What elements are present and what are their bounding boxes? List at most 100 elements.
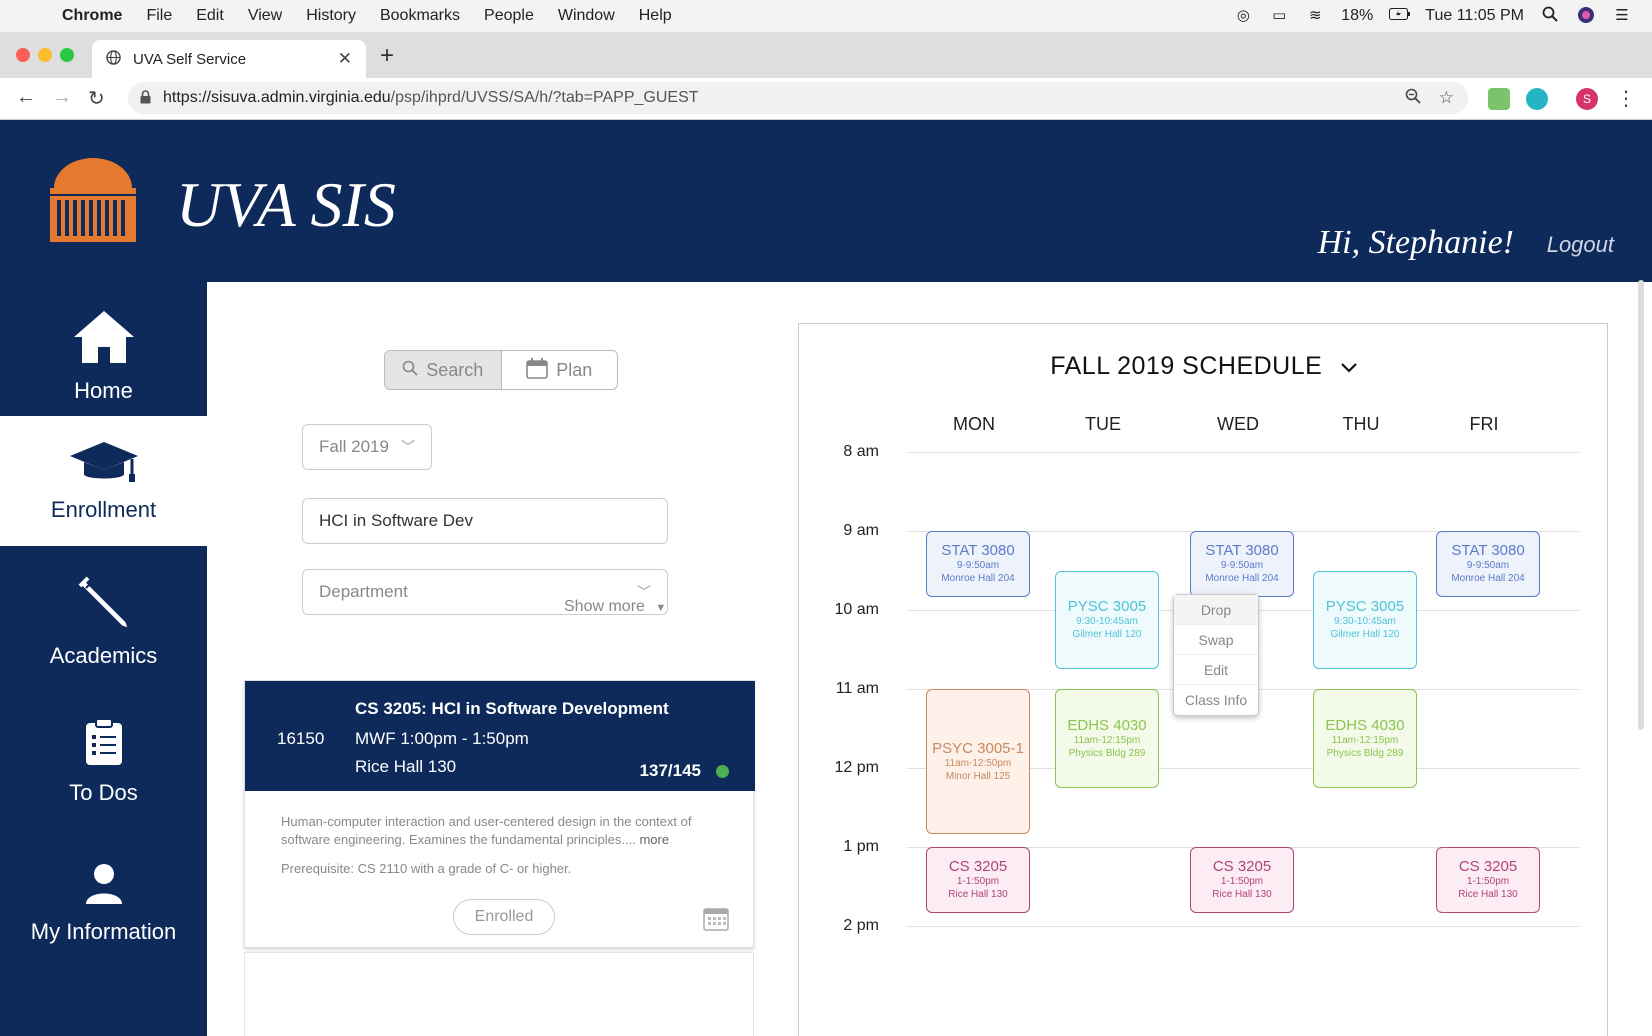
event-room: Rice Hall 130 [948, 889, 1008, 901]
plan-toggle-label: Plan [556, 359, 593, 380]
sidebar-nav: Home Enrollment Academics To Dos My Info… [0, 282, 207, 1036]
notification-center-icon[interactable]: ☰ [1612, 6, 1632, 26]
menu-people[interactable]: People [484, 7, 534, 25]
schedule-event[interactable]: PYSC 3005 9:30-10:45am Gilmer Hall 120 [1313, 570, 1417, 670]
hour-label: 2 pm [843, 917, 879, 934]
siri-icon[interactable] [1576, 6, 1596, 26]
spotlight-search-icon[interactable] [1540, 6, 1560, 26]
search-icon [402, 360, 418, 381]
event-name: PYSC 3005 [1067, 598, 1147, 616]
hour-label: 1 pm [843, 838, 879, 855]
drop-menu-item[interactable]: Drop [1174, 595, 1258, 625]
swap-menu-item[interactable]: Swap [1174, 625, 1258, 655]
chevron-down-icon: ﹀ [401, 439, 415, 455]
schedule-event[interactable]: EDHS 4030 11am-12:15pm Physics Bldg 289 [1055, 689, 1159, 788]
zoom-icon[interactable] [1405, 88, 1421, 109]
sidebar-item-enrollment[interactable]: Enrollment [0, 416, 207, 546]
rotunda-logo-icon[interactable] [48, 154, 138, 244]
plan-toggle-button[interactable]: Plan [502, 351, 618, 389]
more-link[interactable]: more [639, 832, 669, 847]
menu-view[interactable]: View [248, 7, 282, 25]
bookmark-star-icon[interactable]: ☆ [1439, 88, 1454, 109]
course-search-input[interactable]: HCI in Software Dev [302, 498, 668, 544]
day-header-wed: WED [1217, 414, 1259, 434]
back-arrow-icon[interactable]: ← [16, 86, 36, 109]
menu-edit[interactable]: Edit [196, 7, 224, 25]
url-path: /psp/ihprd/UVSS/SA/h/?tab=PAPP_GUEST [390, 89, 699, 106]
sidebar-item-home[interactable]: Home [0, 296, 207, 416]
search-toggle-button[interactable]: Search [385, 351, 502, 389]
page-scrollbar[interactable] [1638, 280, 1644, 730]
profile-avatar[interactable]: S [1576, 88, 1598, 110]
event-time: 9-9:50am [1466, 560, 1510, 572]
schedule-event[interactable]: CS 3205 1-1:50pm Rice Hall 130 [926, 847, 1030, 913]
show-more-link[interactable]: Show more ▼ [564, 598, 666, 616]
airplay-icon[interactable]: ▭ [1269, 6, 1289, 26]
event-name: EDHS 4030 [1325, 716, 1405, 734]
extension-inbox-icon[interactable] [1488, 88, 1510, 110]
schedule-panel: FALL 2019 SCHEDULE MON TUE WED THU FRI 8 am 9 … [798, 323, 1608, 1036]
schedule-event[interactable]: PSYC 3005-1 11am-12:50pm Minor Hall 125 [926, 689, 1030, 834]
window-zoom-button[interactable] [60, 48, 74, 62]
sidebar-item-my-information[interactable]: My Information [0, 838, 207, 968]
new-tab-icon[interactable]: + [380, 42, 394, 70]
schedule-event[interactable]: CS 3205 1-1:50pm Rice Hall 130 [1436, 847, 1540, 913]
sidebar-item-label: Academics [49, 642, 158, 668]
event-time: 11am-12:50pm [944, 757, 1012, 769]
extension-teal-icon[interactable] [1526, 88, 1548, 110]
hour-gridline [907, 452, 1579, 453]
menu-bookmarks[interactable]: Bookmarks [380, 7, 460, 25]
schedule-event[interactable]: STAT 3080 9-9:50am Monroe Hall 204 [926, 531, 1030, 597]
menu-help[interactable]: Help [639, 7, 672, 25]
menu-window[interactable]: Window [558, 7, 615, 25]
graduation-cap-icon [68, 440, 140, 489]
class-context-menu: Drop Swap Edit Class Info [1173, 594, 1259, 716]
kebab-menu-icon[interactable]: ⋮ [1616, 86, 1636, 111]
add-to-calendar-icon[interactable] [703, 905, 729, 936]
schedule-event[interactable]: CS 3205 1-1:50pm Rice Hall 130 [1190, 847, 1294, 913]
show-more-label: Show more [564, 598, 645, 615]
term-select[interactable]: Fall 2019 ﹀ [302, 424, 432, 470]
forward-arrow-icon[interactable]: → [52, 86, 72, 109]
day-header-fri: FRI [1469, 414, 1499, 434]
event-name: CS 3205 [1212, 858, 1272, 876]
wifi-icon[interactable]: ≋ [1305, 6, 1325, 26]
schedule-event[interactable]: PYSC 3005 9:30-10:45am Gilmer Hall 120 [1055, 570, 1159, 670]
course-title: CS 3205: HCI in Software Development [355, 699, 669, 718]
event-room: Monroe Hall 204 [1205, 573, 1279, 585]
event-room: Physics Bldg 289 [1326, 747, 1404, 759]
user-icon [84, 862, 124, 911]
sidebar-item-academics[interactable]: Academics [0, 556, 207, 686]
department-placeholder: Department [319, 582, 408, 601]
course-description-text: Human-computer interaction and user-cent… [281, 814, 692, 847]
menu-clock[interactable]: Tue 11:05 PM [1425, 7, 1524, 25]
window-minimize-button[interactable] [38, 48, 52, 62]
sidebar-item-todos[interactable]: To Dos [0, 696, 207, 826]
tab-close-icon[interactable]: ✕ [338, 49, 352, 69]
class-info-menu-item[interactable]: Class Info [1174, 685, 1258, 715]
hour-label: 10 am [834, 601, 879, 618]
window-close-button[interactable] [16, 48, 30, 62]
logout-link[interactable]: Logout [1547, 232, 1614, 258]
edit-menu-item[interactable]: Edit [1174, 655, 1258, 685]
schedule-event[interactable]: STAT 3080 9-9:50am Monroe Hall 204 [1436, 531, 1540, 597]
schedule-event[interactable]: EDHS 4030 11am-12:15pm Physics Bldg 289 [1313, 689, 1417, 788]
reload-icon[interactable]: ↻ [88, 86, 105, 111]
creative-cloud-icon[interactable]: ◎ [1233, 6, 1253, 26]
browser-tab[interactable]: UVA Self Service ✕ [92, 40, 366, 78]
menu-chrome[interactable]: Chrome [62, 7, 122, 25]
day-header-tue: TUE [1085, 414, 1121, 434]
event-time: 11am-12:15pm [1073, 734, 1141, 746]
schedule-title-dropdown[interactable]: FALL 2019 SCHEDULE [799, 352, 1609, 381]
event-name: CS 3205 [1458, 858, 1518, 876]
menu-history[interactable]: History [306, 7, 356, 25]
course-result-card[interactable]: 16150 CS 3205: HCI in Software Developme… [244, 680, 755, 948]
lock-icon [140, 89, 151, 107]
clipboard-icon [84, 717, 124, 772]
menu-file[interactable]: File [146, 7, 172, 25]
enrolled-button[interactable]: Enrolled [453, 899, 555, 935]
address-bar[interactable]: https://sisuva.admin.virginia.edu/psp/ih… [128, 82, 1468, 114]
event-name: CS 3205 [948, 858, 1008, 876]
schedule-event[interactable]: STAT 3080 9-9:50am Monroe Hall 204 [1190, 531, 1294, 597]
battery-icon[interactable] [1389, 6, 1411, 26]
